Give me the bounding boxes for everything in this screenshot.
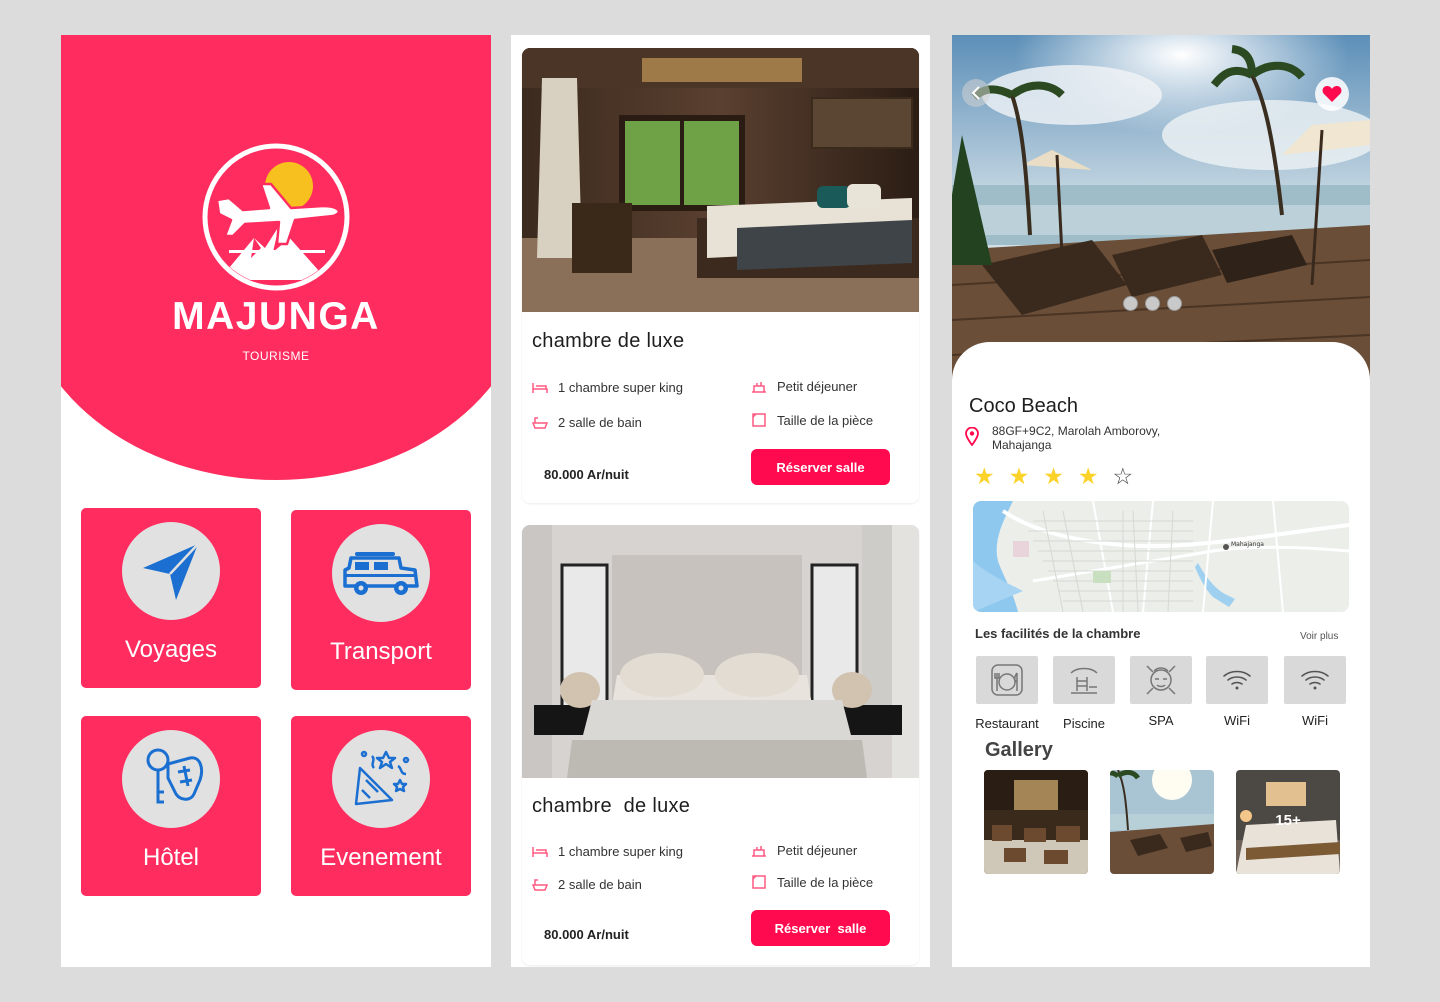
breakfast-icon xyxy=(752,845,766,857)
tile-evenement[interactable]: Evenement xyxy=(291,716,471,896)
room-title: chambre de luxe xyxy=(532,330,685,352)
bath-label: 2 salle de bain xyxy=(558,877,642,892)
bath-amenity: 2 salle de bain xyxy=(532,877,642,892)
star-empty-icon[interactable]: ☆ xyxy=(1113,465,1134,488)
room-size-label: Taille de la pièce xyxy=(777,412,874,428)
bed-icon xyxy=(532,382,548,393)
room-photo-image xyxy=(522,48,919,312)
location-map[interactable]: Mahajanga xyxy=(973,501,1349,612)
bath-label: 2 salle de bain xyxy=(558,415,642,430)
tile-label: Hôtel xyxy=(142,844,200,871)
room-price: 80.000 Ar/nuit xyxy=(544,467,629,482)
pool-icon xyxy=(1070,667,1098,694)
hotel-cover-image xyxy=(952,35,1370,383)
bed-icon xyxy=(532,846,548,857)
tile-voyages[interactable]: Voyages xyxy=(81,508,261,688)
facility-label: WiFi xyxy=(1302,713,1328,728)
facility-label: WiFi xyxy=(1224,713,1250,728)
gallery-thumb[interactable] xyxy=(1110,770,1214,874)
wifi-icon xyxy=(1301,670,1329,690)
hotel-key-icon xyxy=(146,748,204,804)
tile-label: Evenement xyxy=(320,844,442,871)
heart-icon xyxy=(1322,86,1342,102)
hotel-address: 88GF+9C2, Marolah Amborovy, Mahajanga xyxy=(992,424,1161,452)
room-size-icon xyxy=(752,875,766,889)
breakfast-label: Petit déjeuner xyxy=(777,379,858,394)
room-price: 80.000 Ar/nuit xyxy=(544,927,629,942)
breakfast-label: Petit déjeuner xyxy=(777,843,858,858)
rating-stars: ★ ★ ★ ★ ☆ xyxy=(974,465,1133,488)
carousel-dot[interactable] xyxy=(1167,296,1182,311)
room-card[interactable]: chambre de luxe 1 chambre super king 2 s… xyxy=(522,48,919,503)
tile-label: Transport xyxy=(330,638,432,665)
favorite-button[interactable] xyxy=(1315,77,1349,111)
carousel-dot[interactable] xyxy=(1123,296,1138,311)
breakfast-amenity: Petit déjeuner xyxy=(751,843,857,858)
tile-label: Voyages xyxy=(124,636,218,663)
breakfast-amenity: Petit déjeuner xyxy=(751,379,857,394)
star-filled-icon[interactable]: ★ xyxy=(974,465,995,488)
tile-transport[interactable]: Transport xyxy=(291,510,471,690)
star-filled-icon[interactable]: ★ xyxy=(1009,465,1030,488)
location-pin-icon xyxy=(965,427,979,446)
book-room-button[interactable]: Réserver salle xyxy=(751,910,890,946)
gallery-thumb-more[interactable]: 15+ xyxy=(1236,770,1340,874)
gallery-title: Gallery xyxy=(985,739,1053,761)
brand-title: MAJUNGA xyxy=(172,295,380,338)
back-button[interactable] xyxy=(962,79,990,107)
home-screen: MAJUNGA TOURISME Voyages Transport Hôtel… xyxy=(61,35,491,967)
bed-label: 1 chambre super king xyxy=(558,844,684,859)
carousel-dot[interactable] xyxy=(1145,296,1160,311)
facilities-title: Les facilités de la chambre xyxy=(975,626,1141,641)
bed-amenity: 1 chambre super king xyxy=(532,844,683,859)
room-size-amenity: Taille de la pièce xyxy=(751,412,873,428)
party-popper-icon xyxy=(354,750,410,806)
see-more-link[interactable]: Voir plus xyxy=(1300,631,1338,642)
room-title: chambre de luxe xyxy=(532,795,691,817)
room-photo-image xyxy=(522,525,919,778)
room-size-icon xyxy=(752,413,766,427)
bathtub-icon xyxy=(532,878,548,891)
bed-amenity: 1 chambre super king xyxy=(532,380,683,395)
paper-plane-icon xyxy=(143,543,199,600)
gallery-more-count: 15+ xyxy=(1275,812,1301,829)
chevron-left-icon xyxy=(971,86,980,100)
bed-label: 1 chambre super king xyxy=(558,380,684,395)
jeep-icon xyxy=(343,552,419,595)
carousel-dots xyxy=(1123,296,1182,311)
star-filled-icon[interactable]: ★ xyxy=(1078,465,1099,488)
bathtub-icon xyxy=(532,416,548,429)
star-filled-icon[interactable]: ★ xyxy=(1043,465,1064,488)
map-city-label: Mahajanga xyxy=(1231,541,1264,548)
plane-mountain-logo-icon xyxy=(202,143,350,291)
facility-wifi[interactable]: WiFi xyxy=(1192,656,1282,728)
facility-wifi[interactable]: WiFi xyxy=(1270,656,1360,728)
bath-amenity: 2 salle de bain xyxy=(532,415,642,430)
breakfast-icon xyxy=(752,381,766,393)
brand-tagline: TOURISME xyxy=(242,349,310,363)
book-room-button[interactable]: Réserver salle xyxy=(751,449,890,485)
spa-icon xyxy=(1146,665,1176,695)
hotel-detail-screen: Coco Beach 88GF+9C2, Marolah Amborovy, M… xyxy=(952,35,1370,967)
beach-photo-image xyxy=(1110,770,1214,874)
room-size-label: Taille de la pièce xyxy=(777,874,874,890)
room-list-screen: chambre de luxe 1 chambre super king 2 s… xyxy=(511,35,930,967)
gallery-thumb[interactable] xyxy=(984,770,1088,874)
room-size-amenity: Taille de la pièce xyxy=(751,874,873,890)
wifi-icon xyxy=(1223,670,1251,690)
tile-hotel[interactable]: Hôtel xyxy=(81,716,261,896)
map-image: Mahajanga xyxy=(973,501,1349,612)
restaurant-icon xyxy=(991,664,1023,696)
room-card[interactable]: chambre de luxe 1 chambre super king 2 s… xyxy=(522,525,919,965)
restaurant-photo-image xyxy=(984,770,1088,874)
hotel-name: Coco Beach xyxy=(969,395,1078,417)
